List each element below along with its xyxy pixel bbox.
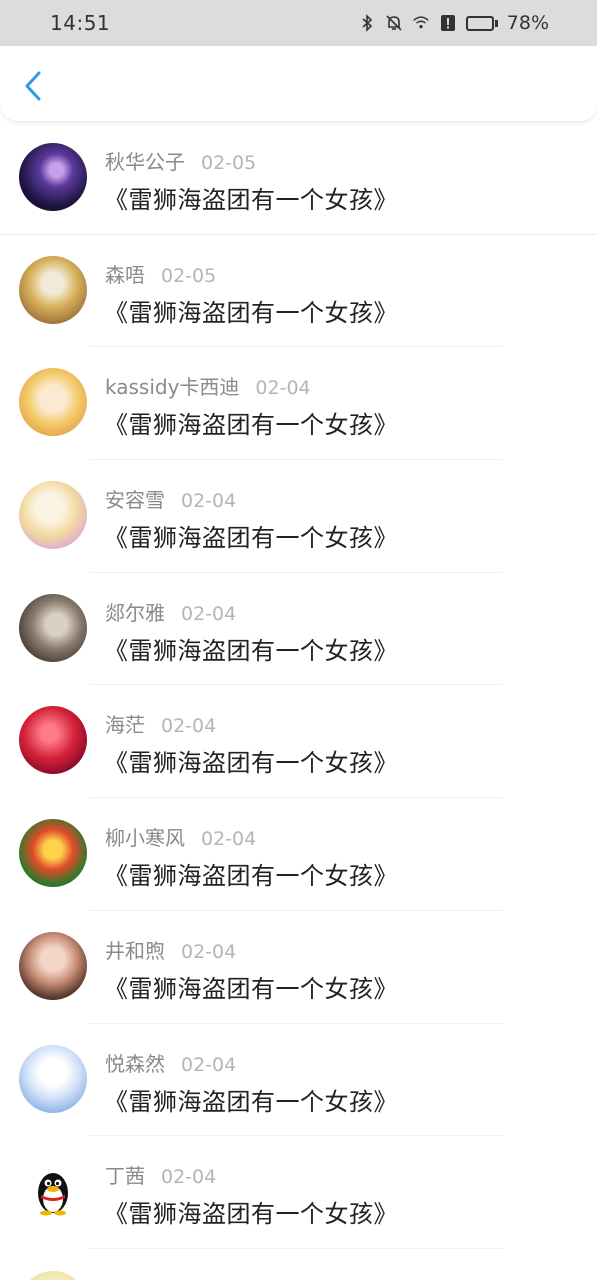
status-bar: 14:51 78% — [0, 0, 597, 46]
user-name[interactable]: 秋华公子 — [105, 146, 185, 175]
user-name[interactable]: kassidy卡西迪 — [105, 371, 239, 400]
avatar[interactable] — [19, 481, 87, 550]
back-button[interactable] — [18, 68, 48, 104]
comment-date: 02-04 — [161, 1166, 217, 1189]
alert-icon — [439, 14, 457, 32]
avatar[interactable] — [19, 1044, 87, 1113]
user-name[interactable]: 悦森然 — [105, 1048, 165, 1077]
status-time: 14:51 — [50, 11, 111, 35]
comment-text: 《雷狮海盗团有一个女孩》 — [104, 186, 398, 214]
comment-date: 02-05 — [161, 264, 217, 287]
comment-text: 《雷狮海盗团有一个女孩》 — [104, 749, 398, 778]
list-item[interactable]: 郯尔雅 02-04 《雷狮海盗团有一个女孩》 — [0, 573, 597, 686]
user-name[interactable]: 丁茜 — [105, 1160, 145, 1189]
list-item[interactable]: 安容雪 02-04 《雷狮海盗团有一个女孩》 — [0, 460, 597, 573]
comment-text: 《雷狮海盗团有一个女孩》 — [104, 636, 398, 665]
list-item[interactable]: 海茫 02-04 《雷狮海盗团有一个女孩》 — [0, 685, 597, 799]
user-name[interactable]: 海茫 — [105, 709, 145, 738]
list-item-partial[interactable] — [0, 1249, 597, 1280]
avatar[interactable] — [19, 706, 87, 775]
avatar[interactable] — [19, 593, 87, 662]
avatar[interactable] — [19, 931, 87, 1000]
battery-percent: 78% — [506, 12, 549, 34]
avatar[interactable] — [19, 255, 87, 324]
comment-date: 02-04 — [161, 715, 217, 738]
avatar[interactable] — [19, 368, 87, 437]
comment-date: 02-05 — [201, 152, 257, 174]
chevron-left-icon — [25, 71, 41, 101]
mute-icon — [385, 14, 403, 32]
avatar[interactable] — [19, 819, 87, 888]
top-bar — [0, 46, 597, 122]
battery-icon — [465, 15, 498, 31]
list-item[interactable]: 柳小寒风 02-04 《雷狮海盗团有一个女孩》 — [0, 798, 597, 911]
comment-date: 02-04 — [201, 828, 257, 851]
list-item[interactable]: 悦森然 02-04 《雷狮海盗团有一个女孩》 — [0, 1024, 597, 1137]
comment-text: 《雷狮海盗团有一个女孩》 — [104, 298, 398, 327]
list-item[interactable]: 丁茜 02-04 《雷狮海盗团有一个女孩》 — [0, 1136, 597, 1249]
avatar[interactable] — [19, 143, 87, 211]
comment-text: 《雷狮海盗团有一个女孩》 — [104, 974, 398, 1003]
comment-date: 02-04 — [181, 602, 237, 625]
bluetooth-icon — [358, 14, 376, 32]
user-name[interactable]: 郯尔雅 — [105, 597, 165, 626]
user-name[interactable]: 柳小寒风 — [105, 822, 185, 851]
list-item[interactable]: 秋华公子 02-05 《雷狮海盗团有一个女孩》 — [0, 122, 597, 235]
penguin-icon — [38, 1173, 68, 1216]
avatar[interactable] — [19, 1271, 87, 1280]
comment-list: 秋华公子 02-05 《雷狮海盗团有一个女孩》 森唔 02-05 《雷狮海盗团有一个… — [0, 122, 597, 1249]
user-name[interactable]: 森唔 — [105, 259, 145, 288]
avatar[interactable] — [19, 1157, 87, 1226]
comment-text: 《雷狮海盗团有一个女孩》 — [104, 524, 398, 553]
list-item[interactable]: 森唔 02-05 《雷狮海盗团有一个女孩》 — [0, 235, 597, 348]
comment-date: 02-04 — [181, 940, 237, 963]
wifi-icon — [412, 14, 430, 32]
list-item[interactable]: 井和煦 02-04 《雷狮海盗团有一个女孩》 — [0, 911, 597, 1024]
status-icons: 78% — [358, 12, 549, 34]
user-name[interactable]: 安容雪 — [105, 484, 165, 513]
comment-date: 02-04 — [181, 1053, 237, 1076]
comment-date: 02-04 — [181, 490, 237, 513]
comment-text: 《雷狮海盗团有一个女孩》 — [104, 1200, 398, 1229]
list-item[interactable]: kassidy卡西迪 02-04 《雷狮海盗团有一个女孩》 — [0, 347, 597, 461]
comment-text: 《雷狮海盗团有一个女孩》 — [104, 1087, 398, 1116]
comment-date: 02-04 — [255, 377, 311, 400]
comment-text: 《雷狮海盗团有一个女孩》 — [104, 862, 398, 891]
user-name[interactable]: 井和煦 — [105, 935, 165, 964]
comment-text: 《雷狮海盗团有一个女孩》 — [104, 411, 398, 440]
